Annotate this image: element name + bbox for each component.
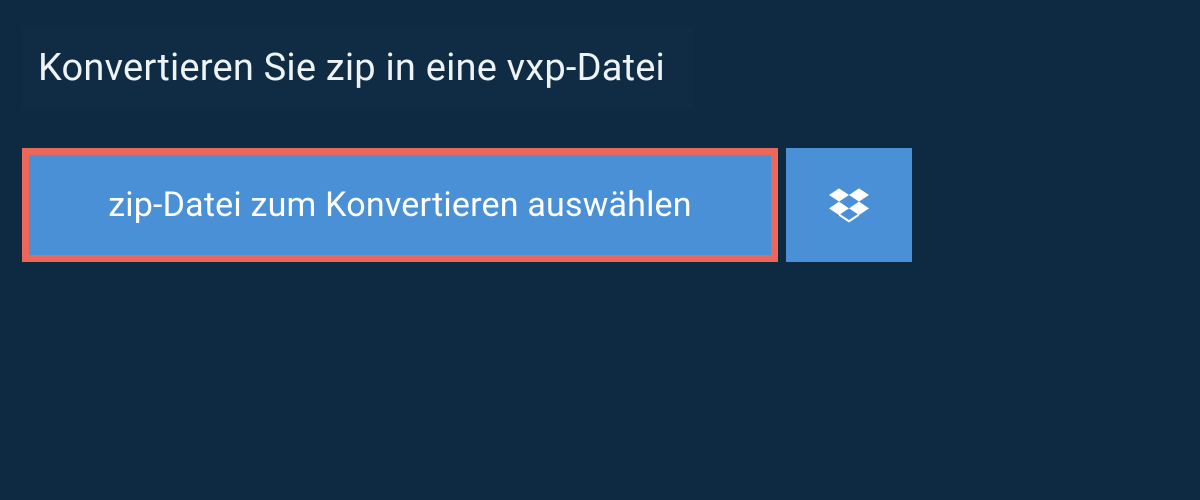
title-bar: Konvertieren Sie zip in eine vxp-Datei <box>22 28 693 108</box>
action-row: zip-Datei zum Konvertieren auswählen <box>22 148 912 262</box>
select-file-label: zip-Datei zum Konvertieren auswählen <box>108 185 692 225</box>
dropbox-icon <box>829 185 869 225</box>
select-file-button[interactable]: zip-Datei zum Konvertieren auswählen <box>22 148 778 262</box>
converter-panel: Konvertieren Sie zip in eine vxp-Datei z… <box>0 0 1200 290</box>
dropbox-button[interactable] <box>786 148 912 262</box>
page-title: Konvertieren Sie zip in eine vxp-Datei <box>38 46 665 90</box>
